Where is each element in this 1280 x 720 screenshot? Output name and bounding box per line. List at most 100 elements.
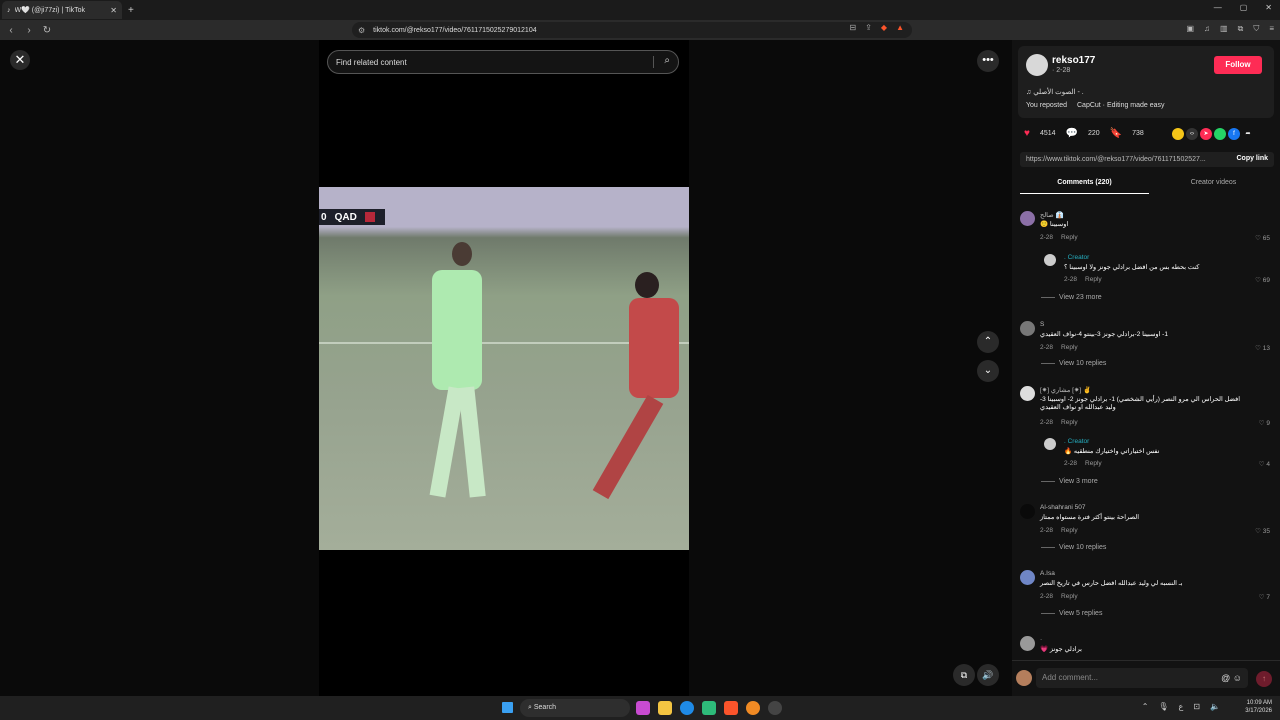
comment-like-count[interactable]: ♡ 35 [1255,527,1270,535]
mention-emoji-icon[interactable]: @ ☺ [1221,668,1242,688]
avatar[interactable] [1020,386,1035,401]
tab-creator-videos[interactable]: Creator videos [1149,176,1278,194]
file-explorer-icon[interactable] [658,701,672,715]
bookmark-icon[interactable]: 🔖 [1110,128,1122,139]
back-icon[interactable]: ‹ [4,25,18,36]
previous-video-icon[interactable]: ⌃ [977,331,999,353]
browser-tab[interactable]: ♪ W🤍 (@ji77zi) | TikTok ✕ [2,1,122,19]
reply-button[interactable]: Reply [1085,276,1102,283]
new-tab-button[interactable]: + [128,5,134,16]
app-icon[interactable] [746,701,760,715]
comment-author[interactable]: [✷] مشاري [✷] ✌ [1040,386,1091,394]
tab-close-icon[interactable]: ✕ [110,6,117,15]
reply-button[interactable]: Reply [1061,419,1078,426]
edge-icon[interactable] [680,701,694,715]
creator-username[interactable]: rekso177 [1052,55,1095,66]
taskbar-search[interactable]: ⌕ Search [520,699,630,717]
comment-author[interactable]: . Creator [1064,254,1089,261]
comment-like-count[interactable]: ♡ 69 [1255,276,1270,284]
send-comment-icon[interactable]: ↑ [1256,671,1272,687]
extensions-icon[interactable]: ⧉ [1238,24,1244,34]
like-icon[interactable]: ♥ [1024,128,1030,139]
comment-author[interactable]: · [1040,636,1042,643]
follow-button[interactable]: Follow [1214,56,1262,74]
share-icon[interactable]: ⇪ [865,23,872,32]
capcut-link[interactable]: CapCut · Editing made easy [1077,102,1165,109]
search-icon[interactable]: ⌕ [664,55,670,66]
tab-comments[interactable]: Comments (220) [1020,176,1149,194]
more-options-icon[interactable]: ••• [977,50,999,72]
reply-button[interactable]: Reply [1061,527,1078,534]
reply-button[interactable]: Reply [1085,460,1102,467]
address-bar[interactable]: ⚙ tiktok.com/@rekso177/video/76117150252… [352,22,912,38]
music-icon[interactable]: ♫ [1204,24,1210,34]
comment-like-count[interactable]: ♡ 13 [1255,344,1270,352]
avatar[interactable] [1044,254,1056,266]
view-more-replies[interactable]: View 3 more [1041,478,1098,485]
view-more-replies[interactable]: View 5 replies [1041,610,1102,617]
avatar[interactable] [1020,321,1035,336]
app-icon[interactable] [702,701,716,715]
minimize-icon[interactable]: — [1214,3,1222,12]
vpn-icon[interactable]: ⛉ [1253,24,1259,34]
reply-button[interactable]: Reply [1061,344,1078,351]
avatar[interactable] [1044,438,1056,450]
language-icon[interactable]: ع [1179,702,1184,711]
avatar[interactable] [1020,211,1035,226]
avatar[interactable] [1020,570,1035,585]
brave-rewards-icon[interactable]: ▲ [896,23,904,32]
volume-icon[interactable]: 🔊 [977,664,999,686]
comment-author[interactable]: . Creator [1064,438,1089,445]
sound-link[interactable]: ♫ الصوت الأصلي - . [1026,88,1084,96]
mic-icon[interactable]: 🎙 [1158,702,1168,711]
comment-input[interactable]: Add comment... @ ☺ [1036,668,1248,688]
reader-mode-icon[interactable]: ⊟ [850,23,857,32]
comment-like-count[interactable]: ♡ 65 [1255,234,1270,242]
avatar[interactable] [1026,54,1048,76]
network-icon[interactable]: ⊡ [1193,702,1200,711]
floating-player-icon[interactable]: ⧉ [953,664,975,686]
avatar[interactable] [1020,636,1035,651]
send-friends-icon[interactable]: ➤ [1200,128,1212,140]
brave-shields-icon[interactable]: ◆ [881,23,887,32]
embed-icon[interactable]: ‹› [1186,128,1198,140]
view-more-replies[interactable]: View 23 more [1041,294,1102,301]
facebook-icon[interactable]: f [1228,128,1240,140]
comment-icon[interactable]: 💬 [1066,128,1078,139]
close-icon[interactable]: ✕ [10,50,30,70]
volume-icon[interactable]: 🔈 [1210,702,1220,711]
reload-icon[interactable]: ↻ [40,25,54,36]
view-more-replies[interactable]: View 10 replies [1041,544,1106,551]
repost-share-icon[interactable] [1172,128,1184,140]
search-input[interactable]: Find related content ⌕ [327,50,679,74]
view-more-replies[interactable]: View 10 replies [1041,360,1106,367]
windows-start-icon[interactable] [502,702,513,713]
menu-icon[interactable]: ≡ [1269,24,1274,34]
comment-like-count[interactable]: ♡ 4 [1259,460,1270,468]
next-video-icon[interactable]: ⌄ [977,360,999,382]
window-close-icon[interactable]: ✕ [1265,3,1272,12]
comment-author[interactable]: S [1040,321,1044,328]
brave-icon[interactable] [724,701,738,715]
chevron-up-icon[interactable]: ⌃ [1142,702,1149,711]
clock[interactable]: 10:09 AM 3/17/2026 [1245,699,1272,715]
whatsapp-icon[interactable] [1214,128,1226,140]
comment-author[interactable]: Al-shahrani 507 [1040,504,1086,511]
sidebar-icon[interactable]: ▥ [1220,24,1228,34]
copilot-icon[interactable] [636,701,650,715]
maximize-icon[interactable]: ▢ [1240,3,1248,12]
avatar[interactable] [1020,504,1035,519]
copy-link-button[interactable]: Copy link [1236,155,1268,162]
reply-button[interactable]: Reply [1061,593,1078,600]
comment-like-count[interactable]: ♡ 9 [1259,419,1270,427]
video-player[interactable]: 0 QAD [319,187,689,550]
comment-author[interactable]: صالح 👔 [1040,211,1064,219]
forward-icon[interactable]: › [22,25,36,36]
site-settings-icon[interactable]: ⚙ [358,26,365,35]
wallet-icon[interactable]: ▣ [1186,24,1194,34]
steam-icon[interactable] [768,701,782,715]
reply-button[interactable]: Reply [1061,234,1078,241]
share-arrow-icon[interactable]: ➦ [1242,128,1254,140]
comment-author[interactable]: A.Isa [1040,570,1055,577]
comment-like-count[interactable]: ♡ 7 [1259,593,1270,601]
